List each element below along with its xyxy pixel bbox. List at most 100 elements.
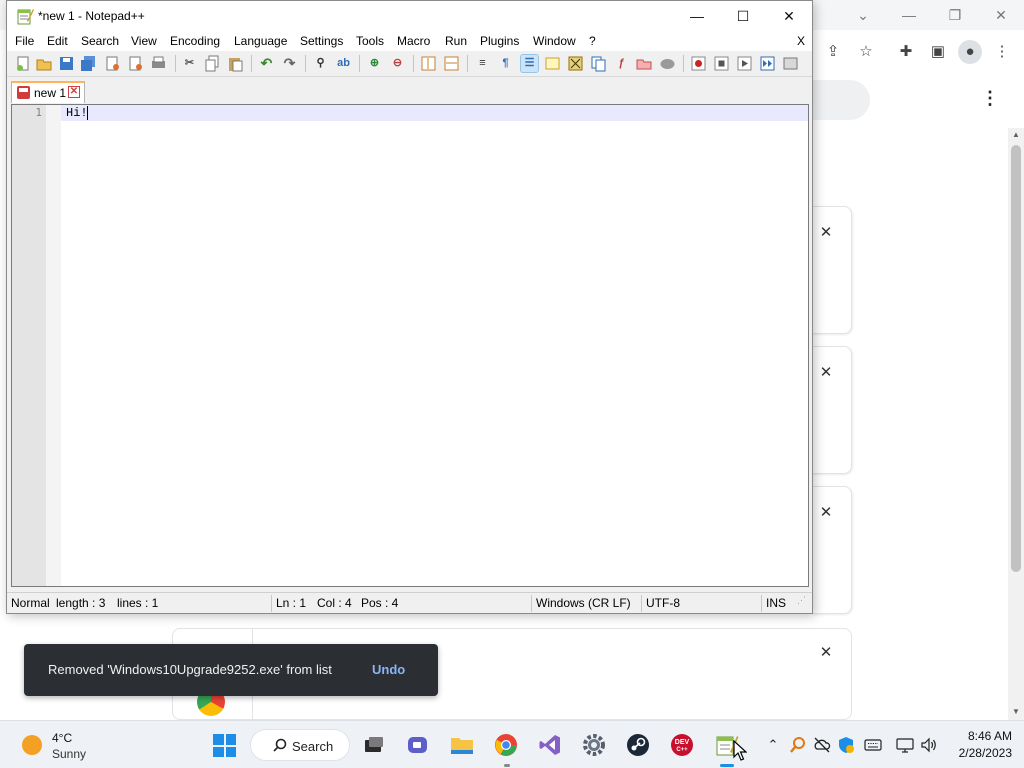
save-all-icon[interactable] xyxy=(80,55,97,72)
folder-workspace-icon[interactable] xyxy=(636,55,653,72)
new-file-icon[interactable] xyxy=(15,55,32,72)
save-macro-icon[interactable] xyxy=(782,55,799,72)
side-panel-icon[interactable]: ▣ xyxy=(928,42,948,62)
scroll-up-arrow-icon[interactable]: ▲ xyxy=(1008,128,1024,142)
downloads-more-icon[interactable]: ⋮ xyxy=(980,88,1000,110)
onedrive-cloud-icon[interactable] xyxy=(813,736,831,754)
steam-icon[interactable] xyxy=(626,733,650,757)
security-shield-icon[interactable] xyxy=(837,736,855,754)
task-view-icon[interactable] xyxy=(362,733,386,757)
chrome-icon[interactable] xyxy=(494,733,518,757)
play-macro-icon[interactable] xyxy=(736,55,753,72)
visual-studio-icon[interactable] xyxy=(538,733,562,757)
doc-map-icon[interactable] xyxy=(567,55,584,72)
maximize-button[interactable]: ☐ xyxy=(723,5,763,27)
remove-download-close-icon[interactable]: ✕ xyxy=(816,363,836,383)
downloads-search-field[interactable] xyxy=(812,80,870,120)
scroll-down-arrow-icon[interactable]: ▼ xyxy=(1008,705,1024,719)
undo-button[interactable]: Undo xyxy=(372,662,405,677)
chrome-menu-icon[interactable]: ⋮ xyxy=(992,42,1012,62)
editor-area[interactable]: 1 Hi! xyxy=(11,104,809,587)
tab-close-icon[interactable]: ✕ xyxy=(68,86,80,98)
menu-search[interactable]: Search xyxy=(81,34,119,48)
sync-vertical-icon[interactable] xyxy=(420,55,437,72)
menu-macro[interactable]: Macro xyxy=(397,34,430,48)
bookmark-star-icon[interactable]: ☆ xyxy=(856,42,876,62)
resize-grip-icon[interactable]: ⋰ xyxy=(797,596,809,609)
fold-margin[interactable] xyxy=(46,105,61,586)
redo-icon[interactable]: ↷ xyxy=(281,55,298,72)
show-all-characters-icon[interactable]: ¶ xyxy=(497,55,514,72)
word-wrap-icon[interactable]: ≡ xyxy=(474,55,491,72)
zoom-out-icon[interactable]: ⊖ xyxy=(389,55,406,72)
svg-text:DEV: DEV xyxy=(675,739,690,746)
file-explorer-icon[interactable] xyxy=(450,733,474,757)
open-file-icon[interactable] xyxy=(36,55,53,72)
sync-horizontal-icon[interactable] xyxy=(443,55,460,72)
extensions-icon[interactable]: ✚ xyxy=(896,42,916,62)
network-icon[interactable] xyxy=(896,736,914,754)
dev-cpp-icon[interactable]: DEV C++ xyxy=(670,733,694,757)
cut-icon[interactable]: ✂ xyxy=(181,55,198,72)
paste-icon[interactable] xyxy=(227,55,244,72)
status-encoding: UTF-8 xyxy=(646,596,680,610)
settings-gear-icon[interactable] xyxy=(582,733,606,757)
clock-date[interactable]: 2/28/2023 xyxy=(940,746,1012,760)
editor-text[interactable]: Hi! xyxy=(66,106,88,120)
volume-icon[interactable] xyxy=(920,736,938,754)
close-all-icon[interactable] xyxy=(127,55,144,72)
teams-chat-icon[interactable] xyxy=(406,733,430,757)
show-hidden-icons-chevron-icon[interactable]: ⌃ xyxy=(764,736,782,754)
search-tool-tray-icon[interactable] xyxy=(789,736,807,754)
menu-run[interactable]: Run xyxy=(445,34,467,48)
chrome-restore-button[interactable]: ❐ xyxy=(940,5,970,25)
indent-guide-icon[interactable]: ☰ xyxy=(520,54,539,73)
scrollbar-thumb[interactable] xyxy=(1011,145,1021,572)
function-list-icon[interactable]: ƒ xyxy=(613,55,630,72)
clock-time[interactable]: 8:46 AM xyxy=(950,729,1012,743)
menu-settings[interactable]: Settings xyxy=(300,34,343,48)
share-icon[interactable]: ⇪ xyxy=(823,42,843,62)
undo-icon[interactable]: ↶ xyxy=(258,55,275,72)
doc-list-icon[interactable] xyxy=(590,55,607,72)
chrome-close-button[interactable]: ✕ xyxy=(986,5,1016,25)
menu-file[interactable]: File xyxy=(15,34,34,48)
remove-download-close-icon[interactable]: ✕ xyxy=(816,223,836,243)
tab-new-1[interactable]: new 1 ✕ xyxy=(11,81,85,103)
weather-temperature[interactable]: 4°C xyxy=(52,731,72,745)
menu-edit[interactable]: Edit xyxy=(47,34,68,48)
menu-window[interactable]: Window xyxy=(533,34,576,48)
monitoring-icon[interactable] xyxy=(659,55,676,72)
copy-icon[interactable] xyxy=(204,55,221,72)
save-icon[interactable] xyxy=(58,55,75,72)
close-button[interactable]: ✕ xyxy=(769,5,809,27)
zoom-in-icon[interactable]: ⊕ xyxy=(366,55,383,72)
weather-sun-icon[interactable] xyxy=(22,735,42,755)
print-icon[interactable] xyxy=(150,55,167,72)
minimize-button[interactable]: — xyxy=(677,5,717,27)
menu-view[interactable]: View xyxy=(131,34,157,48)
taskbar-search-box[interactable]: Search xyxy=(250,729,350,761)
run-macro-multiple-icon[interactable] xyxy=(759,55,776,72)
menu-encoding[interactable]: Encoding xyxy=(170,34,220,48)
remove-download-close-icon[interactable]: ✕ xyxy=(816,643,836,663)
keyboard-icon[interactable] xyxy=(864,736,882,754)
close-file-icon[interactable] xyxy=(104,55,121,72)
menu-tools[interactable]: Tools xyxy=(356,34,384,48)
profile-avatar-icon[interactable]: ● xyxy=(958,40,982,64)
replace-icon[interactable]: ab xyxy=(335,55,352,72)
remove-download-close-icon[interactable]: ✕ xyxy=(816,503,836,523)
menu-plugins[interactable]: Plugins xyxy=(480,34,519,48)
menu-help[interactable]: ? xyxy=(589,34,596,48)
stop-macro-icon[interactable] xyxy=(713,55,730,72)
status-divider xyxy=(641,595,642,612)
close-document-button[interactable]: X xyxy=(797,34,805,48)
menu-language[interactable]: Language xyxy=(234,34,287,48)
record-macro-icon[interactable] xyxy=(690,55,707,72)
chrome-tab-search-icon[interactable]: ⌄ xyxy=(848,5,878,25)
udl-icon[interactable] xyxy=(544,55,561,72)
start-button-windows-icon[interactable] xyxy=(213,734,236,757)
find-icon[interactable]: ⚲ xyxy=(312,55,329,72)
chrome-minimize-button[interactable]: — xyxy=(894,5,924,25)
weather-condition[interactable]: Sunny xyxy=(52,747,86,761)
